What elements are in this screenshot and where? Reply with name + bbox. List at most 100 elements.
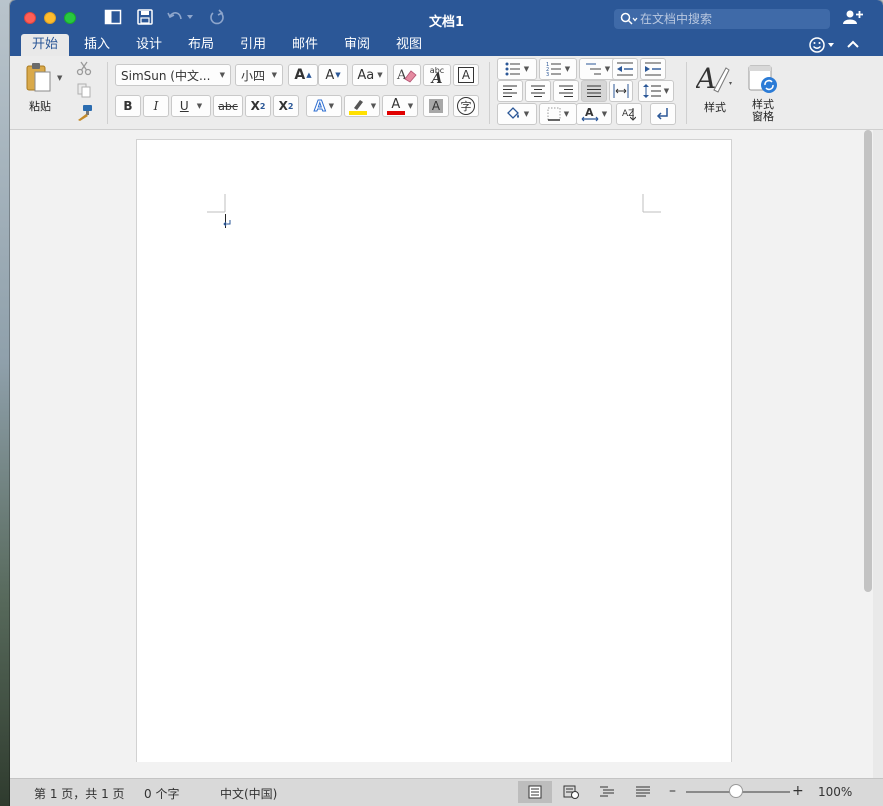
tab-home[interactable]: 开始 — [21, 34, 69, 56]
share-user-icon[interactable] — [842, 9, 864, 25]
decrease-indent-icon — [617, 62, 633, 76]
subscript-mark: 2 — [259, 101, 266, 111]
chevron-down-icon: ▼ — [271, 71, 277, 79]
superscript-button[interactable]: X2 — [273, 95, 299, 117]
font-color-button[interactable]: A ▼ — [382, 95, 418, 117]
tab-layout[interactable]: 布局 — [177, 34, 225, 56]
font-size-select[interactable]: 小四 ▼ — [235, 64, 283, 86]
font-color-glyph: A — [391, 96, 401, 112]
clear-formatting-button[interactable]: A — [393, 64, 421, 86]
increase-indent-button[interactable] — [640, 58, 666, 80]
grow-font-button[interactable]: A ▲ — [288, 64, 318, 86]
maximize-window-button[interactable] — [64, 12, 76, 24]
grow-font-glyph: A — [294, 67, 306, 83]
feedback-smiley-icon[interactable] — [808, 36, 836, 54]
paste-label: 粘贴 — [29, 100, 51, 113]
ribbon-home: ▼ 粘贴 SimSun (中文... ▼ 小四 ▼ A ▲ A ▼ Aa ▼ A… — [10, 56, 883, 130]
highlight-color-button[interactable]: ▼ — [344, 95, 380, 117]
phonetic-guide-button[interactable]: abc A — [423, 64, 451, 86]
italic-button[interactable]: I — [143, 95, 169, 117]
text-effects-button[interactable]: A ▼ — [306, 95, 342, 117]
sort-glyph: AZ — [622, 109, 635, 119]
format-painter-icon[interactable] — [76, 104, 94, 122]
increase-indent-icon — [645, 62, 661, 76]
tab-view[interactable]: 视图 — [385, 34, 433, 56]
document-page[interactable] — [136, 139, 732, 778]
vertical-scrollbar-thumb[interactable] — [864, 130, 872, 592]
tab-insert[interactable]: 插入 — [73, 34, 121, 56]
font-color-swatch — [386, 110, 405, 115]
page-count[interactable]: 第 1 页，共 1 页 — [34, 785, 125, 802]
draft-view-button[interactable] — [626, 781, 660, 803]
subscript-button[interactable]: X2 — [245, 95, 271, 117]
search-input[interactable]: 在文档中搜索 — [614, 9, 830, 29]
tab-references[interactable]: 引用 — [229, 34, 277, 56]
align-left-button[interactable] — [497, 80, 523, 102]
cut-icon[interactable] — [76, 60, 92, 76]
borders-button[interactable]: ▼ — [539, 103, 577, 125]
redo-icon[interactable] — [208, 9, 226, 25]
phonetic-bottom-glyph: A — [431, 71, 443, 87]
underline-button[interactable]: U ▼ — [171, 95, 211, 117]
crop-mark-top-left — [207, 194, 231, 228]
align-right-button[interactable] — [553, 80, 579, 102]
minimize-window-button[interactable] — [44, 12, 56, 24]
close-window-button[interactable] — [24, 12, 36, 24]
copy-icon[interactable] — [76, 82, 92, 98]
decrease-indent-button[interactable] — [612, 58, 638, 80]
zoom-slider-thumb[interactable] — [729, 784, 743, 798]
print-layout-icon — [528, 785, 542, 799]
highlighter-icon — [348, 100, 367, 115]
sidebar-toggle-icon[interactable] — [104, 9, 122, 25]
language-indicator[interactable]: 中文(中国) — [220, 785, 277, 802]
status-bar: 第 1 页，共 1 页 0 个字 中文(中国) – + 100% — [10, 778, 883, 806]
superscript-glyph: X — [278, 99, 288, 113]
tab-design[interactable]: 设计 — [125, 34, 173, 56]
undo-icon[interactable] — [166, 9, 194, 25]
word-count[interactable]: 0 个字 — [144, 785, 179, 802]
align-center-button[interactable] — [525, 80, 551, 102]
line-spacing-button[interactable]: ▼ — [638, 80, 674, 102]
tab-mailings[interactable]: 邮件 — [281, 34, 329, 56]
ribbon-separator — [489, 62, 490, 124]
justify-button[interactable] — [581, 80, 607, 102]
change-case-button[interactable]: Aa ▼ — [352, 64, 388, 86]
character-border-button[interactable]: A — [453, 64, 479, 86]
styles-icon[interactable]: A — [696, 62, 736, 94]
vertical-scrollbar[interactable] — [862, 130, 873, 762]
shrink-font-button[interactable]: A ▼ — [318, 64, 348, 86]
triangle-up-icon: ▲ — [306, 71, 312, 79]
zoom-out-button[interactable]: – — [669, 783, 676, 799]
enclose-characters-button[interactable]: 字 — [453, 95, 479, 117]
distributed-button[interactable] — [609, 80, 633, 102]
print-layout-view-button[interactable] — [518, 781, 552, 803]
justify-icon — [587, 85, 601, 97]
text-effects-glyph: A — [314, 97, 327, 116]
collapse-ribbon-icon[interactable] — [846, 38, 860, 50]
paste-icon[interactable] — [24, 62, 52, 94]
shading-button[interactable]: ▼ — [497, 103, 537, 125]
chevron-down-icon: ▼ — [604, 65, 611, 73]
text-direction-button[interactable]: A ▼ — [576, 103, 612, 125]
bold-button[interactable]: B — [115, 95, 141, 117]
zoom-in-button[interactable]: + — [792, 783, 804, 799]
chevron-down-icon: ▼ — [601, 110, 608, 118]
outline-view-button[interactable] — [590, 781, 624, 803]
zoom-level[interactable]: 100% — [818, 785, 852, 799]
tab-review[interactable]: 审阅 — [333, 34, 381, 56]
save-icon[interactable] — [136, 9, 154, 25]
strikethrough-button[interactable]: abc — [213, 95, 243, 117]
multilevel-list-icon — [585, 63, 601, 75]
styles-pane-icon[interactable] — [748, 64, 778, 94]
chevron-down-icon: ▼ — [523, 65, 530, 73]
sort-button[interactable]: AZ — [616, 103, 642, 125]
character-shading-button[interactable]: A — [423, 95, 449, 117]
show-formatting-marks-button[interactable] — [650, 103, 676, 125]
outline-icon — [600, 786, 614, 797]
chevron-down-icon: ▼ — [407, 102, 414, 110]
bullets-button[interactable]: ▼ — [497, 58, 537, 80]
font-name-select[interactable]: SimSun (中文... ▼ — [115, 64, 231, 86]
web-layout-view-button[interactable] — [554, 781, 588, 803]
paste-dropdown-icon[interactable]: ▼ — [57, 74, 62, 82]
numbering-button[interactable]: 123 ▼ — [539, 58, 577, 80]
